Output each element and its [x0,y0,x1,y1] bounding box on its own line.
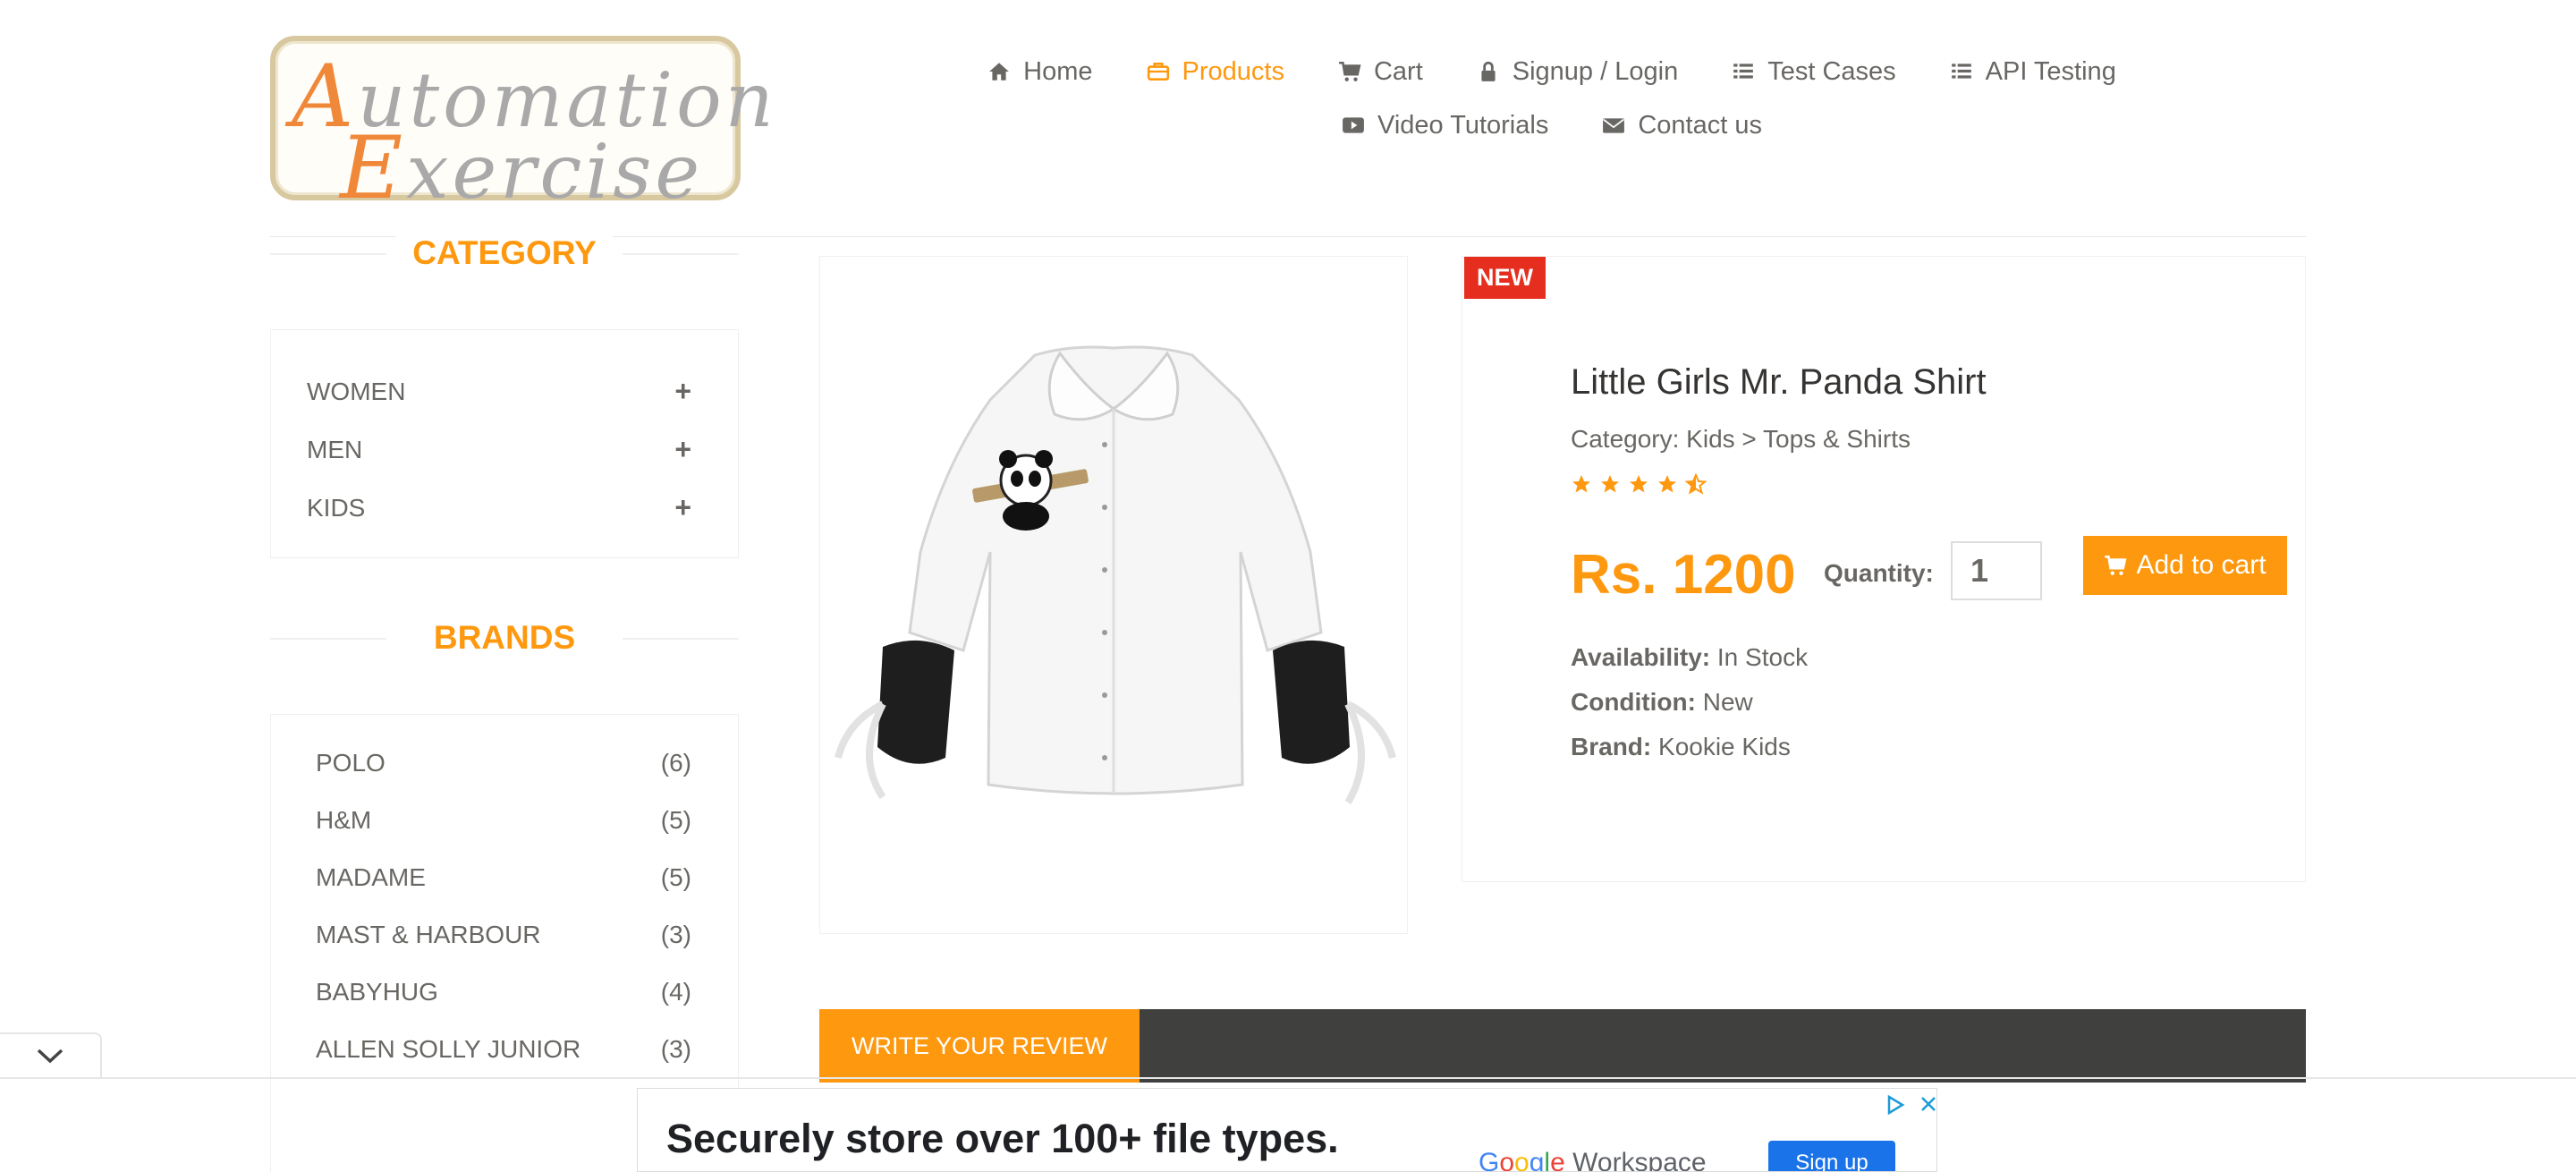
brands-heading: BRANDS [270,619,739,657]
brand-item-polo[interactable]: POLO (6) [271,735,738,792]
close-icon[interactable] [1919,1094,1937,1114]
list-icon [1951,64,1971,79]
add-to-cart-button[interactable]: Add to cart [2083,536,2287,595]
brand-item-allen-solly-junior[interactable]: ALLEN SOLLY JUNIOR (3) [271,1021,738,1078]
category-kids[interactable]: KIDS + [271,479,738,537]
advertisement-banner[interactable]: Securely store over 100+ file types. Goo… [637,1088,1937,1172]
review-tab-bar: WRITE YOUR REVIEW [819,1009,2306,1083]
product-rating [1571,473,1707,495]
availability: Availability: In Stock [1571,643,1809,671]
star-icon [1572,475,1590,493]
nav-test-cases[interactable]: Test Cases [1732,57,1896,87]
site-logo[interactable]: Automation Exercise [270,36,774,218]
list-icon [1733,64,1754,79]
ad-headline: Securely store over 100+ file types. [666,1116,1339,1161]
new-badge: NEW [1464,257,1546,299]
category-panel: WOMEN + MEN + KIDS + [270,329,739,558]
star-icon [1601,475,1619,493]
shirt-illustration [835,345,1396,805]
brand-item-mast-harbour[interactable]: MAST & HARBOUR (3) [271,906,738,964]
nav-home[interactable]: Home [987,57,1093,87]
ad-signup-button[interactable]: Sign up [1768,1141,1895,1171]
quantity-input[interactable] [1951,541,2042,600]
quantity-label: Quantity: [1824,559,1934,587]
cart-icon [2105,555,2127,575]
product-price: Rs. 1200 [1571,544,1796,606]
nav-cart[interactable]: Cart [1338,57,1423,87]
logo-line-2: Exercise [340,118,704,218]
plus-icon[interactable]: + [674,491,691,524]
main-nav: Home Products Cart Signup / Login Test C… [894,50,2209,147]
youtube-icon [1343,117,1364,133]
nav-contact-us[interactable]: Contact us [1602,111,1762,140]
chevron-down-icon [37,1049,64,1064]
brand-item-hm[interactable]: H&M (5) [271,792,738,849]
brand-item-babyhug[interactable]: BABYHUG (4) [271,964,738,1021]
product-name: Little Girls Mr. Panda Shirt [1571,362,1987,402]
nav-video-tutorials[interactable]: Video Tutorials [1342,111,1548,140]
star-icon [1630,475,1648,493]
adchoices-icon[interactable] [1885,1094,1906,1116]
nav-products[interactable]: Products [1147,57,1284,87]
brand-item-madame[interactable]: MADAME (5) [271,849,738,906]
product-information: NEW Little Girls Mr. Panda Shirt Categor… [1462,256,2306,882]
star-icon [1658,475,1676,493]
ad-controls [1885,1094,1937,1116]
lock-icon [1481,61,1496,81]
product-image [819,256,1408,934]
plus-icon[interactable]: + [674,433,691,466]
category-women[interactable]: WOMEN + [271,362,738,420]
brand: Brand: Kookie Kids [1571,733,1791,760]
condition: Condition: New [1571,688,1753,716]
tab-write-review[interactable]: WRITE YOUR REVIEW [819,1009,1140,1083]
briefcase-icon [1147,63,1169,81]
category-men[interactable]: MEN + [271,420,738,479]
nav-signup-login[interactable]: Signup / Login [1477,57,1678,87]
plus-icon[interactable]: + [674,375,691,408]
ad-divider [0,1077,2576,1079]
cart-icon [1339,61,1361,81]
category-heading: CATEGORY [270,234,739,272]
nav-api-testing[interactable]: API Testing [1950,57,2116,87]
home-icon [989,63,1009,81]
collapse-ad-button[interactable] [0,1032,102,1077]
product-category: Category: Kids > Tops & Shirts [1571,425,1911,453]
star-half-icon [1685,473,1707,495]
envelope-icon [1603,118,1625,133]
google-workspace-logo: Google Workspace [1479,1148,1707,1172]
